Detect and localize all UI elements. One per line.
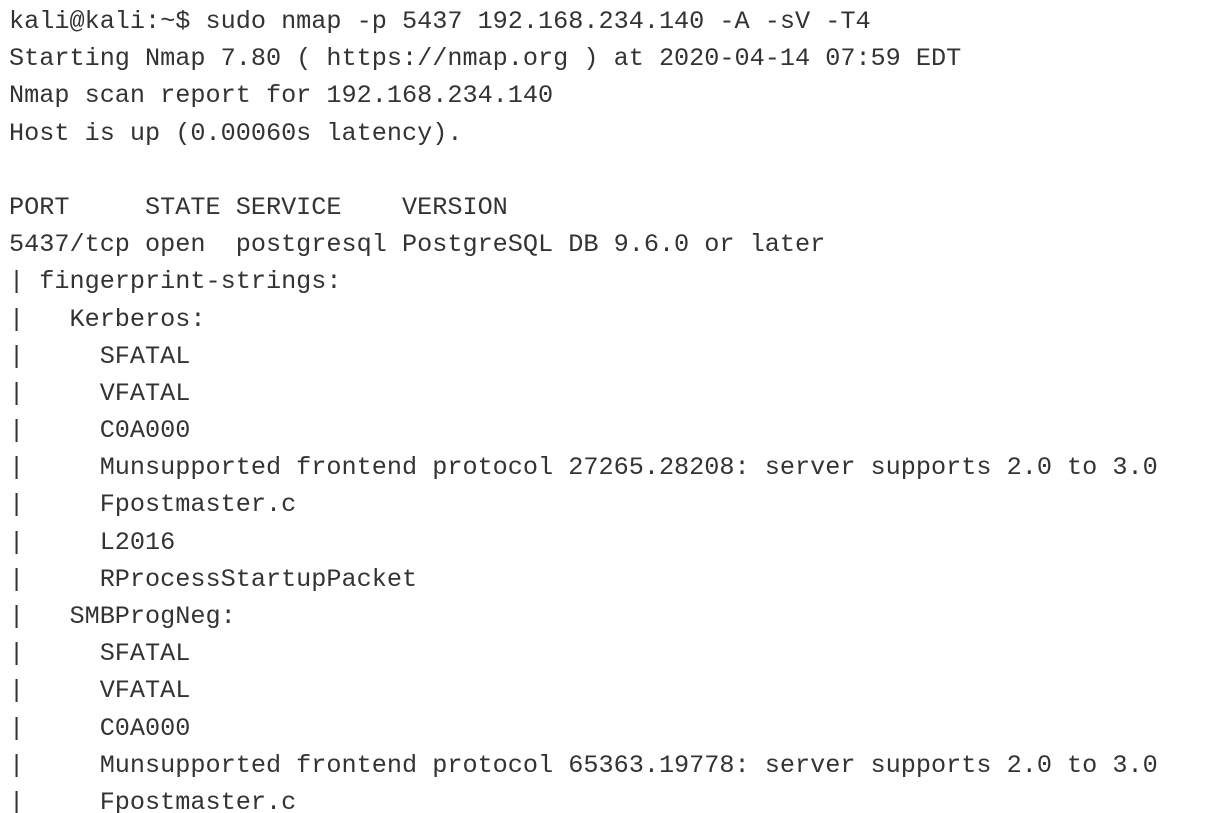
output-line: Host is up (0.00060s latency). bbox=[9, 118, 463, 148]
output-line: | VFATAL bbox=[9, 676, 191, 706]
output-line: | Fpostmaster.c bbox=[9, 787, 297, 813]
output-line: | SMBProgNeg: bbox=[9, 602, 236, 631]
output-line: PORT STATE SERVICE VERSION bbox=[9, 192, 508, 222]
output-line: | RProcessStartupPacket bbox=[9, 564, 418, 594]
output-line: Starting Nmap 7.80 ( https://nmap.org ) … bbox=[9, 44, 962, 74]
output-line: | VFATAL bbox=[9, 378, 191, 408]
output-line: | SFATAL bbox=[9, 341, 191, 371]
output-line: | C0A000 bbox=[9, 713, 191, 743]
command-prompt-line: kali@kali:~$ sudo nmap -p 5437 192.168.2… bbox=[9, 7, 871, 36]
output-line: Nmap scan report for 192.168.234.140 bbox=[9, 81, 554, 111]
output-line: | fingerprint-strings: bbox=[9, 267, 342, 297]
output-line: | C0A000 bbox=[9, 416, 191, 446]
output-line: | Munsupported frontend protocol 65363.1… bbox=[9, 750, 1158, 780]
output-line: 5437/tcp open postgresql PostgreSQL DB 9… bbox=[9, 230, 826, 260]
output-line: | Fpostmaster.c bbox=[9, 490, 297, 520]
output-line: | SFATAL bbox=[9, 639, 191, 669]
output-line: | Munsupported frontend protocol 27265.2… bbox=[9, 453, 1158, 483]
terminal-output: kali@kali:~$ sudo nmap -p 5437 192.168.2… bbox=[0, 0, 1211, 813]
output-line: | L2016 bbox=[9, 527, 176, 557]
output-line: | Kerberos: bbox=[9, 304, 206, 334]
